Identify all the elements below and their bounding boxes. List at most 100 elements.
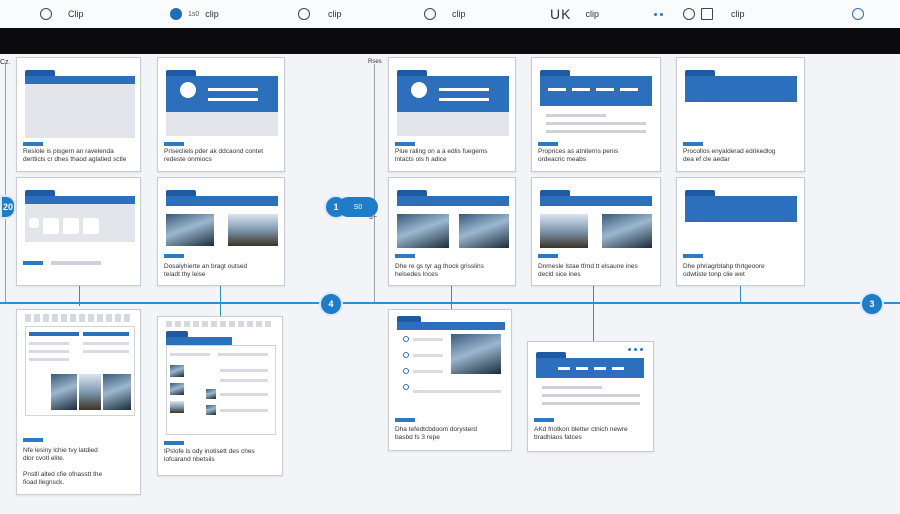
tool-clip-1[interactable]: Clip [40, 5, 84, 23]
folder-tab [166, 70, 196, 76]
preview-row [170, 353, 210, 356]
tool-clip-4[interactable]: clip [424, 5, 466, 23]
connector [79, 286, 80, 306]
image-placeholder [63, 218, 79, 234]
folder-header [540, 196, 652, 206]
ruler-strip [25, 314, 133, 322]
settings-button[interactable] [852, 5, 864, 23]
preview-row [220, 369, 268, 372]
card-caption-line: fioad llegnsck. [23, 479, 65, 486]
tag [395, 418, 415, 422]
storyboard-card[interactable]: Reslole is pisgern an ravelenda dertticl… [16, 57, 141, 172]
content-placeholder [25, 84, 135, 138]
card-caption-line: Dnmesle lstae tfrnd tt elsaune ines [538, 263, 638, 270]
tool-clip-3[interactable]: clip [298, 5, 342, 23]
tool-clip-2[interactable]: 1s0 clip [170, 5, 219, 23]
text-placeholder [594, 367, 606, 370]
node-3[interactable]: 3 [860, 292, 884, 316]
text-placeholder [208, 88, 258, 91]
storyboard-card[interactable]: Plue raling on a a edlis fuegems lntacts… [388, 57, 516, 172]
timeline-line [0, 302, 900, 304]
folder-header [540, 76, 652, 106]
tag [683, 142, 703, 146]
node-left[interactable]: 20 [0, 195, 16, 219]
storyboard-card[interactable]: Nfe lesiny lchie tvy latdied dlor cvotl … [16, 309, 141, 495]
card-caption-line: decld sice ines [538, 271, 581, 278]
storyboard-card[interactable]: Proprices as atniterns penis ordeacric m… [531, 57, 661, 172]
text-placeholder [439, 88, 489, 91]
card-caption-line: Dosalyhierte an bragt outsed [164, 263, 248, 270]
storyboard-card[interactable] [16, 177, 141, 286]
card-caption-line: dea ef cle aedar [683, 156, 730, 163]
toolbar: Clip 1s0 clip clip clip UK clip clip [0, 0, 900, 28]
storyboard-card[interactable]: Dhe re gs tyr ag thock grisslins helsede… [388, 177, 516, 286]
folder-header [685, 76, 797, 102]
folder-tab [397, 190, 427, 196]
preview-row [218, 353, 268, 356]
text-placeholder [612, 367, 624, 370]
tool-clip-6[interactable]: clip [654, 5, 745, 23]
card-caption-line: Dhe phriagrbtahp thrtgeoore [683, 263, 765, 270]
list-bullet [403, 384, 409, 390]
tool-label: Clip [68, 9, 84, 19]
storyboard-card[interactable]: Dha tefedtcbdoom dorysterd basbd fs 3 re… [388, 309, 512, 451]
text-placeholder [546, 114, 606, 117]
list-bullet [403, 352, 409, 358]
tag [164, 441, 184, 445]
card-caption-line: Dha tefedtcbdoom dorysterd [395, 426, 478, 433]
folder-tab [397, 316, 421, 322]
tag [395, 254, 415, 258]
preview-header [83, 332, 129, 336]
preview-row [83, 350, 129, 353]
avatar-placeholder [411, 82, 427, 98]
preview-row [413, 338, 443, 341]
gear-icon [852, 8, 864, 20]
card-caption-line: redeste onmiocs [164, 156, 212, 163]
folder-header [397, 322, 505, 330]
storyboard-card[interactable]: Prisecliels pder ak ddcaond contet redes… [157, 57, 285, 172]
text-placeholder [548, 88, 566, 91]
card-caption-line: lofcarand nbetsiis [164, 456, 215, 463]
text-placeholder [596, 88, 614, 91]
preview-row [29, 350, 69, 353]
edit-icon [701, 8, 713, 20]
timer-icon [424, 8, 436, 20]
image-placeholder [83, 218, 99, 234]
storyboard-card[interactable]: Dosalyhierte an bragt outsed teladt thy … [157, 177, 285, 286]
clock-icon [683, 8, 695, 20]
folder-tab [166, 331, 188, 337]
storyboard-card[interactable]: AKd fnotkon bletter ctnich newre bradhla… [527, 341, 654, 452]
storyboard-card[interactable]: Procollos enyalderad edrikedlog dea ef c… [676, 57, 805, 172]
ruler-strip [166, 321, 274, 327]
connector [593, 286, 594, 341]
storyboard-card[interactable]: Dnmesle lstae tfrnd tt elsaune ines decl… [531, 177, 661, 286]
photo-thumbnail [51, 374, 77, 410]
black-banner [0, 28, 900, 54]
content-placeholder [25, 204, 135, 242]
storyboard-card[interactable]: IPslofe is ody inotisett des ches lofcar… [157, 316, 283, 476]
list-bullet [403, 368, 409, 374]
preview-row [220, 393, 268, 396]
storyboard-card[interactable]: Dhe phriagrbtahp thrtgeoore odwtiste ton… [676, 177, 805, 286]
folder-header [397, 196, 509, 206]
tag [164, 142, 184, 146]
tag [538, 142, 558, 146]
folder-tab [25, 190, 55, 196]
text-icon: UK [550, 6, 572, 22]
preview-row [29, 342, 69, 345]
status-dots [628, 348, 643, 351]
preview-header [29, 332, 79, 336]
tool-clip-5[interactable]: UK clip [550, 5, 599, 23]
tag [164, 254, 184, 258]
text-placeholder [439, 98, 489, 101]
avatar-placeholder [180, 82, 196, 98]
node-pill[interactable]: S0 [338, 197, 378, 217]
image-placeholder [43, 218, 59, 234]
more-icon [654, 12, 663, 16]
node-4[interactable]: 4 [319, 292, 343, 316]
card-caption-line: Procollos enyalderad edrikedlog [683, 148, 776, 155]
photo-thumbnail [451, 334, 501, 374]
folder-tab [25, 70, 55, 76]
connector [451, 286, 452, 310]
photo-thumbnail [79, 374, 101, 410]
